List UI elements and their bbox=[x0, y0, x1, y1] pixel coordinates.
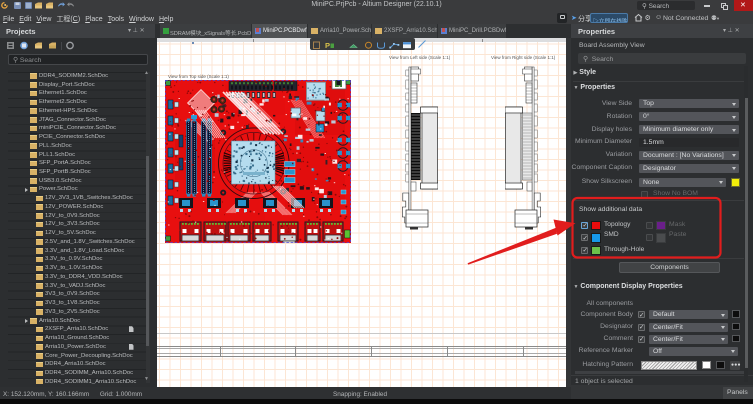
svg-text:P: P bbox=[325, 41, 330, 50]
